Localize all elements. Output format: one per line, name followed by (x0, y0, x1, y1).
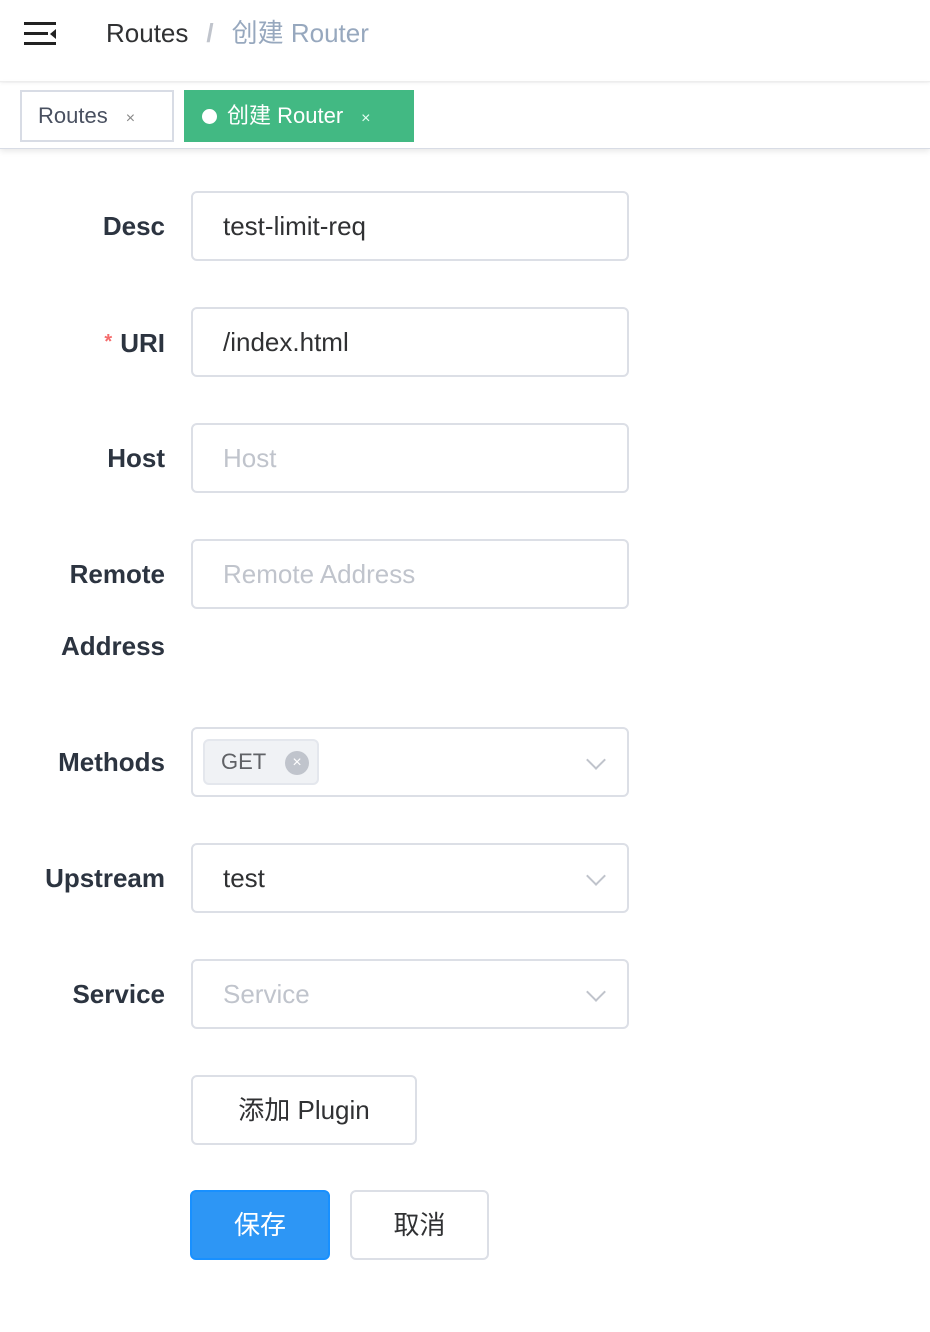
required-mark: * (104, 331, 113, 353)
tag-routes[interactable]: Routes × (20, 90, 174, 142)
close-icon[interactable]: × (361, 110, 370, 127)
chevron-down-icon (586, 866, 606, 886)
breadcrumb: Routes / 创建 Router (106, 16, 369, 50)
remote-address-input[interactable]: Remote Address (191, 539, 629, 609)
close-icon[interactable]: × (285, 751, 309, 775)
save-button[interactable]: 保存 (190, 1190, 330, 1260)
tag-label: Routes (38, 103, 108, 128)
upstream-select[interactable]: test (191, 843, 629, 913)
upstream-value: test (223, 863, 265, 893)
breadcrumb-routes[interactable]: Routes (106, 18, 188, 48)
uri-input[interactable]: /index.html (191, 307, 629, 377)
host-label: Host (107, 443, 165, 473)
service-placeholder: Service (223, 979, 310, 1009)
cancel-button[interactable]: 取消 (350, 1190, 489, 1260)
tag-label: 创建 Router (227, 103, 344, 128)
methods-select[interactable]: GET × (191, 727, 629, 797)
tags-view: Routes × 创建 Router × (0, 83, 930, 149)
uri-label: * URI (104, 324, 165, 361)
add-plugin-button[interactable]: 添加 Plugin (191, 1075, 417, 1145)
close-icon[interactable]: × (126, 110, 135, 127)
service-label: Service (72, 979, 165, 1009)
remote-label: Remote (69, 559, 165, 589)
methods-label: Methods (58, 747, 165, 777)
desc-label: Desc (102, 211, 165, 241)
remote-label-line2: Address (60, 631, 165, 661)
service-select[interactable]: Service (191, 959, 629, 1029)
upstream-label: Upstream (45, 863, 165, 893)
breadcrumb-current: 创建 Router (231, 18, 369, 48)
active-dot-icon (202, 109, 217, 124)
hamburger-icon[interactable] (24, 22, 56, 46)
navbar: Routes / 创建 Router (0, 0, 930, 82)
desc-input[interactable]: test-limit-req (191, 191, 629, 261)
chevron-down-icon (586, 750, 606, 770)
method-chip-get: GET × (203, 739, 319, 785)
chip-label: GET (221, 749, 267, 774)
chevron-down-icon (586, 982, 606, 1002)
tag-create-router[interactable]: 创建 Router × (184, 90, 414, 142)
uri-label-text: URI (120, 328, 165, 358)
breadcrumb-separator: / (206, 18, 214, 48)
host-input[interactable]: Host (191, 423, 629, 493)
